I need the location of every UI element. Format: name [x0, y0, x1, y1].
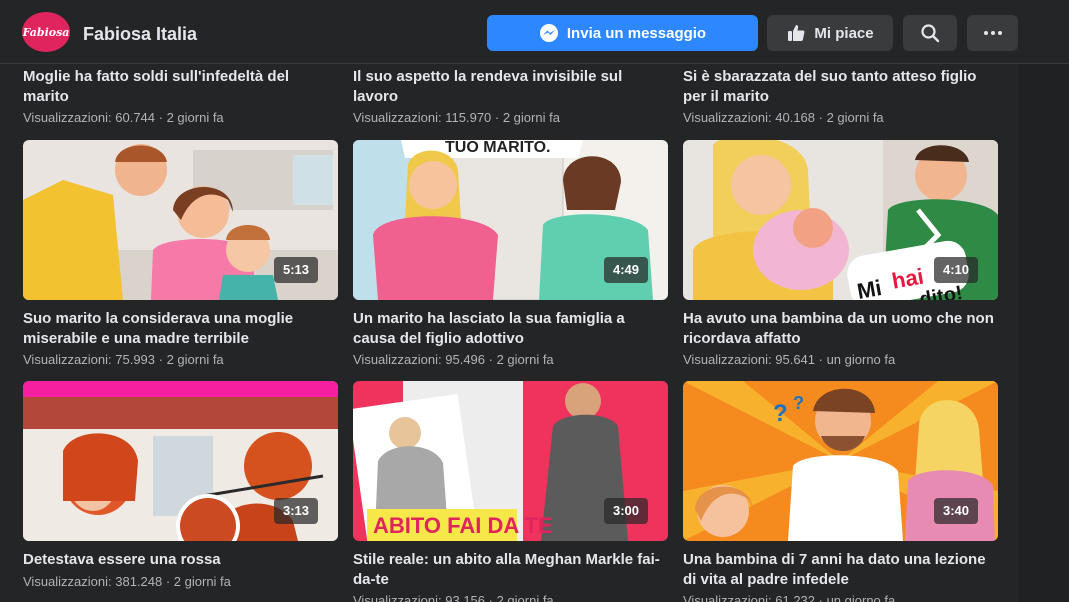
send-message-button[interactable]: Invia un messaggio: [487, 15, 758, 51]
page-header: Fabiosa Fabiosa Italia Invia un messaggi…: [0, 0, 1069, 64]
video-meta: Visualizzazioni: 381.248 · 2 giorni fa: [23, 573, 231, 589]
thumbnail-caption: TUO MARITO.: [445, 140, 550, 156]
video-thumbnail[interactable]: 5:13: [23, 140, 338, 300]
thumbnail-caption: ABITO FAI DA TE: [373, 513, 553, 538]
video-duration: 3:00: [603, 498, 648, 524]
video-card[interactable]: Suo marito la considerava una moglie mis…: [23, 309, 338, 367]
video-duration: 4:49: [603, 257, 648, 283]
video-meta: Visualizzazioni: 95.641 · un giorno fa: [683, 352, 896, 367]
messenger-icon: [539, 23, 559, 43]
video-card[interactable]: Stile reale: un abito alla Meghan Markle…: [353, 550, 668, 602]
video-meta: Visualizzazioni: 93.156 · 2 giorni fa: [353, 593, 554, 602]
video-card[interactable]: Si è sbarazzata del suo tanto atteso fig…: [683, 67, 998, 125]
video-grid-area: Moglie ha fatto soldi sull'infedeltà del…: [0, 64, 1069, 602]
search-button[interactable]: [903, 15, 957, 51]
video-thumbnail[interactable]: Mi hai dito! 4:10: [683, 140, 998, 300]
video-title[interactable]: Ha avuto una bambina da un uomo che non …: [683, 309, 998, 348]
video-title[interactable]: Una bambina di 7 anni ha dato una lezion…: [683, 550, 998, 589]
video-title[interactable]: Stile reale: un abito alla Meghan Markle…: [353, 550, 668, 589]
search-icon: [920, 23, 940, 43]
video-card[interactable]: Un marito ha lasciato la sua famiglia a …: [353, 309, 668, 367]
video-title[interactable]: Un marito ha lasciato la sua famiglia a …: [353, 309, 668, 348]
thumbs-up-icon: [786, 23, 806, 43]
video-title[interactable]: Detestava essere una rossa: [23, 550, 338, 570]
video-duration: 3:40: [933, 498, 978, 524]
video-card[interactable]: Detestava essere una rossa Visualizzazio…: [23, 550, 338, 589]
video-meta: Visualizzazioni: 95.496 · 2 giorni fa: [353, 352, 554, 367]
more-options-button[interactable]: [967, 15, 1018, 51]
page-title[interactable]: Fabiosa Italia: [83, 24, 197, 45]
page-logo[interactable]: Fabiosa: [22, 12, 70, 52]
video-thumbnail[interactable]: ? ? 3:40: [683, 381, 998, 541]
video-title[interactable]: Si è sbarazzata del suo tanto atteso fig…: [683, 67, 998, 106]
logo-text: Fabiosa: [22, 25, 70, 39]
video-meta: Visualizzazioni: 40.168 · 2 giorni fa: [683, 110, 884, 125]
video-card[interactable]: Una bambina di 7 anni ha dato una lezion…: [683, 550, 998, 602]
like-button[interactable]: Mi piace: [767, 15, 893, 51]
svg-text:?: ?: [773, 400, 788, 427]
svg-text:?: ?: [793, 393, 804, 413]
video-meta: Visualizzazioni: 115.970 · 2 giorni fa: [353, 110, 560, 125]
video-meta: Visualizzazioni: 61.232 · un giorno fa: [683, 593, 896, 602]
more-icon: [983, 30, 1003, 36]
video-title[interactable]: Suo marito la considerava una moglie mis…: [23, 309, 338, 348]
like-label: Mi piace: [814, 24, 874, 42]
video-meta: Visualizzazioni: 75.993 · 2 giorni fa: [23, 352, 224, 367]
video-duration: 5:13: [273, 257, 318, 283]
video-thumbnail[interactable]: TUO MARITO. 4:49: [353, 140, 668, 300]
videos-panel: Moglie ha fatto soldi sull'infedeltà del…: [0, 64, 1018, 602]
video-duration: 4:10: [933, 257, 978, 283]
video-card[interactable]: Ha avuto una bambina da un uomo che non …: [683, 309, 998, 367]
video-duration: 3:13: [273, 498, 318, 524]
video-thumbnail[interactable]: 3:13: [23, 381, 338, 541]
video-title[interactable]: Il suo aspetto la rendeva invisibile sul…: [353, 67, 668, 106]
video-meta: Visualizzazioni: 60.744 · 2 giorni fa: [23, 110, 224, 125]
right-sidebar: [1018, 64, 1069, 602]
video-thumbnail[interactable]: ABITO FAI DA TE 3:00: [353, 381, 668, 541]
video-card[interactable]: Il suo aspetto la rendeva invisibile sul…: [353, 67, 668, 125]
video-card[interactable]: Moglie ha fatto soldi sull'infedeltà del…: [23, 67, 338, 125]
send-message-label: Invia un messaggio: [566, 24, 707, 42]
thumbnail-caption-1: Mi: [855, 275, 883, 300]
video-title[interactable]: Moglie ha fatto soldi sull'infedeltà del…: [23, 67, 338, 106]
